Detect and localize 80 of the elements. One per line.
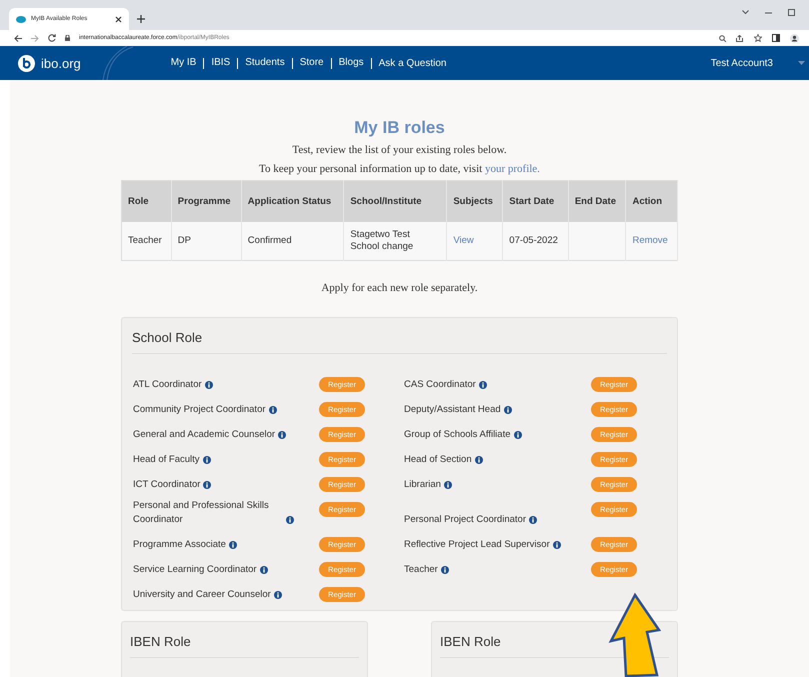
role-name: Programme Associate (133, 538, 226, 552)
role-name: Deputy/Assistant Head (404, 403, 501, 417)
maximize-icon[interactable] (788, 9, 795, 16)
nav-link[interactable]: Blogs (332, 58, 372, 68)
info-icon[interactable] (286, 516, 294, 524)
nav-link[interactable]: Store (292, 58, 332, 68)
table-cell: Confirmed (241, 222, 344, 260)
column-header: School/Institute (344, 180, 447, 222)
caret-icon[interactable] (798, 61, 805, 65)
reload-icon[interactable] (48, 34, 56, 42)
share-icon[interactable] (736, 34, 744, 42)
role-name: ATL Coordinator (133, 378, 202, 392)
profile-link[interactable]: your profile. (484, 163, 540, 175)
column-header: Subjects (446, 180, 503, 222)
role-name: General and Academic Counselor (133, 428, 276, 442)
profile-icon[interactable] (790, 34, 799, 42)
role-name: Head of Section (404, 453, 472, 467)
zoom-icon[interactable] (719, 34, 726, 42)
info-icon[interactable] (528, 516, 537, 524)
page-title: My IB roles (354, 118, 445, 138)
table-cell: DP (171, 222, 242, 260)
role-name: Head of Faculty (133, 453, 200, 467)
panel-title: IBEN Role (130, 630, 359, 658)
info-icon[interactable] (514, 431, 522, 439)
info-icon[interactable] (202, 456, 211, 464)
nav-link[interactable]: Ask a Question (372, 58, 454, 68)
column-header: Application Status (241, 180, 344, 222)
star-icon[interactable] (754, 34, 762, 42)
site-name[interactable]: ibo.org (41, 56, 81, 70)
side-panel-icon[interactable] (772, 34, 780, 42)
profile-text: To keep your personal information up to date, visit your profile. (259, 163, 540, 175)
info-icon[interactable] (278, 431, 286, 439)
panel-title: School Role (132, 326, 667, 354)
info-icon[interactable] (504, 406, 512, 414)
info-icon[interactable] (228, 541, 237, 549)
nav-link[interactable]: IBIS (204, 58, 238, 68)
account-name[interactable]: Test Account3 (710, 58, 773, 68)
nav-link[interactable]: My IB (170, 58, 204, 68)
table-cell: Teacher (122, 222, 172, 260)
role-name: CAS Coordinator (404, 378, 476, 392)
info-icon[interactable] (552, 541, 561, 549)
info-icon[interactable] (203, 481, 212, 489)
logo-icon (18, 54, 35, 72)
info-icon[interactable] (478, 381, 487, 389)
info-icon[interactable] (260, 566, 268, 574)
info-icon[interactable] (474, 456, 483, 464)
apply-note: Apply for each new role separately. (321, 282, 478, 294)
role-name: Community Project Coordinator (133, 403, 266, 417)
back-arrow-icon[interactable] (14, 34, 22, 42)
role-name: Teacher (404, 563, 438, 577)
lock-icon (65, 35, 70, 41)
minimize-icon[interactable] (765, 12, 772, 14)
cloud-icon (16, 16, 26, 22)
role-name: ICT Coordinator (133, 478, 200, 492)
role-name: Group of Schools Affiliate (404, 428, 510, 442)
role-name: Personal and Professional Skills Coordinator (133, 499, 270, 527)
table-cell: Stagetwo Test School change (344, 222, 447, 260)
info-icon[interactable] (204, 381, 213, 389)
role-name: Service Learning Coordinator (133, 563, 257, 577)
info-icon[interactable] (274, 591, 282, 599)
view-link[interactable]: View (453, 235, 474, 246)
info-icon[interactable] (444, 481, 452, 489)
role-name: Personal Project Coordinator (404, 513, 526, 527)
role-name: University and Career Counselor (133, 588, 271, 602)
table-cell: 07-05-2022 (502, 222, 568, 260)
info-icon[interactable] (440, 566, 449, 574)
role-name: Reflective Project Lead Supervisor (404, 538, 550, 552)
column-header: Programme (171, 180, 242, 222)
nav-link[interactable]: Students (238, 58, 293, 68)
role-name: Librarian (404, 478, 441, 492)
column-header: Start Date (502, 180, 568, 222)
remove-link[interactable]: Remove (632, 235, 668, 246)
info-icon[interactable] (268, 406, 277, 414)
new-tab-icon[interactable] (137, 15, 145, 23)
column-header: Action (626, 180, 678, 222)
column-header: Role (122, 180, 172, 222)
column-header: End Date (568, 180, 626, 222)
intro-text: Test, review the list of your existing roles below. (292, 144, 507, 156)
close-icon[interactable] (115, 16, 122, 22)
chevron-down-icon[interactable] (742, 10, 749, 15)
